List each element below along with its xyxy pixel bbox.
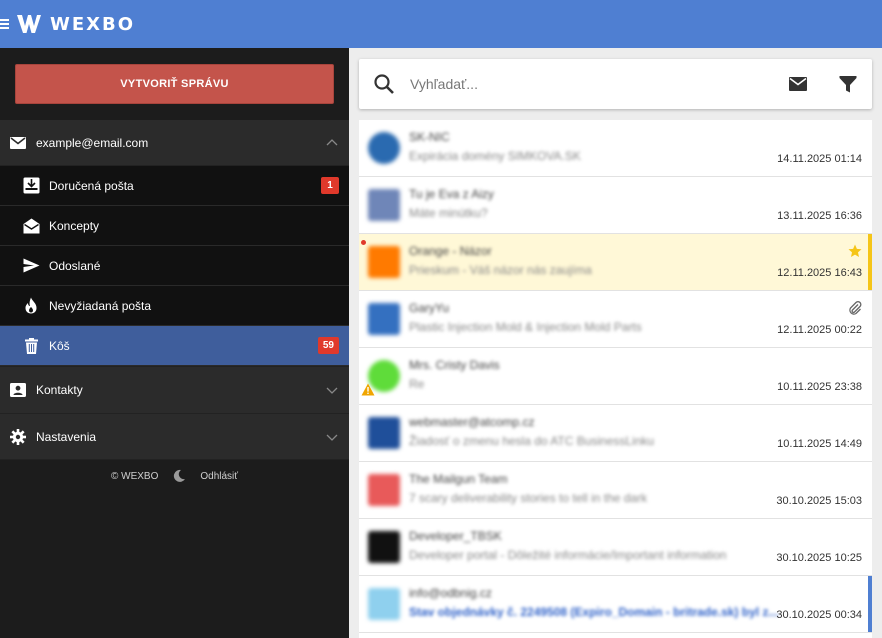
message-row[interactable]: GaryYu Plastic Injection Mold & Injectio… [359,291,872,348]
account-email: example@email.com [36,135,149,150]
folder-label: Odoslané [49,258,101,273]
envelope-icon [10,135,26,151]
message-date: 30.10.2025 00:34 [776,609,862,621]
message-row[interactable]: Tu je Eva z Aizy Máte minútku? 13.11.202… [359,177,872,234]
sender-avatar [368,474,400,506]
unread-bar [868,576,872,632]
sender-avatar [368,588,400,620]
message-sender: GaryYu [409,301,450,315]
sender-avatar [368,132,400,164]
folder-spam[interactable]: Nevyžiadaná pošta [0,286,349,326]
sender-avatar [368,303,400,335]
folder-inbox[interactable]: Doručená pošta 1 [0,166,349,206]
message-sender: The Mailgun Team [409,472,508,486]
message-row[interactable]: Orange - Názor Prieskum - Váš názor nás … [359,234,872,291]
filter-icon [839,76,857,93]
message-date: 12.11.2025 00:22 [777,324,862,336]
search-input[interactable] [410,76,758,92]
message-row[interactable]: The Mailgun Team 7 scary deliverability … [359,462,872,519]
message-date: 30.10.2025 10:25 [776,552,862,564]
main-panel: SK-NIC Expirácia domény SIMKOVA.SK 14.11… [349,48,882,638]
folder-trash[interactable]: Kôš 59 [0,326,349,366]
message-date: 13.11.2025 16:36 [777,210,862,222]
folder-sent[interactable]: Odoslané [0,246,349,286]
message-sender: SK-NIC [409,130,450,144]
sidebar: VYTVORIŤ SPRÁVU example@email.com Doruče… [0,48,349,638]
unread-badge: 1 [321,177,339,194]
message-sender: Mrs. Cristy Davis [409,358,500,372]
message-sender: info@odbnig.cz [409,586,492,600]
drafts-icon [22,217,40,235]
settings-header[interactable]: Nastavenia [0,414,349,460]
envelope-icon [789,77,807,91]
send-icon [22,257,40,275]
message-row[interactable]: Mrs. Cristy Davis Re 10.11.2025 23:38 [359,348,872,405]
message-date: 10.11.2025 23:38 [777,381,862,393]
sidebar-footer: © WEXBO Odhlásiť [0,460,349,492]
message-date: 14.11.2025 01:14 [777,153,862,165]
folder-label: Kôš [49,338,70,353]
contact-card-icon [10,382,26,398]
fire-icon [22,297,40,315]
count-badge: 59 [317,337,339,354]
message-date: 30.10.2025 15:03 [776,495,862,507]
sender-avatar [368,531,400,563]
message-row[interactable]: info@odbnig.cz Stav objednávky č. 224950… [359,576,872,633]
paperclip-icon [849,301,862,315]
logout-link[interactable]: Odhlásiť [200,471,238,482]
folder-label: Nevyžiadaná pošta [49,298,152,313]
moon-icon[interactable] [172,469,186,483]
message-date: 12.11.2025 16:43 [777,267,862,279]
menu-icon[interactable] [0,18,12,30]
chevron-down-icon[interactable] [325,383,339,397]
chevron-up-icon[interactable] [325,136,339,150]
settings-label: Nastavenia [36,429,97,444]
message-row[interactable]: webmaster@atcomp.cz Žiadosť o zmenu hesl… [359,405,872,462]
inbox-icon [22,177,40,195]
mail-button[interactable] [788,74,808,94]
message-sender: Developer_TBSK [409,529,502,543]
message-sender: Orange - Názor [409,244,492,258]
warning-icon [361,383,375,396]
gear-icon [10,428,26,445]
star-icon[interactable] [848,244,862,258]
message-date: 10.11.2025 14:49 [777,438,862,450]
folder-drafts[interactable]: Koncepty [0,206,349,246]
folder-label: Doručená pošta [49,178,134,193]
search-bar [359,59,872,109]
sender-avatar [368,246,400,278]
top-bar: WEXBO [0,0,882,48]
sender-avatar [368,189,400,221]
message-row[interactable]: Developer_TBSK Developer portal - Dôleži… [359,519,872,576]
flag-bar [868,234,872,290]
folder-label: Koncepty [49,218,100,233]
filter-button[interactable] [838,74,858,94]
message-list: SK-NIC Expirácia domény SIMKOVA.SK 14.11… [359,120,872,638]
copyright-text: © WEXBO [110,470,159,482]
brand-logo[interactable]: WEXBO [16,13,135,35]
contacts-header[interactable]: Kontakty [0,366,349,414]
contacts-label: Kontakty [36,383,83,397]
search-icon[interactable] [373,73,395,95]
message-row[interactable]: SK-NIC Expirácia domény SIMKOVA.SK 14.11… [359,120,872,177]
brand-name: WEXBO [50,13,136,35]
logo-mark-icon [17,15,41,33]
account-header[interactable]: example@email.com [0,120,349,166]
message-sender: Tu je Eva z Aizy [409,187,494,201]
chevron-down-icon[interactable] [325,430,339,444]
compose-button[interactable]: VYTVORIŤ SPRÁVU [15,64,334,104]
trash-icon [22,337,40,355]
sender-avatar [368,417,400,449]
message-sender: webmaster@atcomp.cz [409,415,535,429]
